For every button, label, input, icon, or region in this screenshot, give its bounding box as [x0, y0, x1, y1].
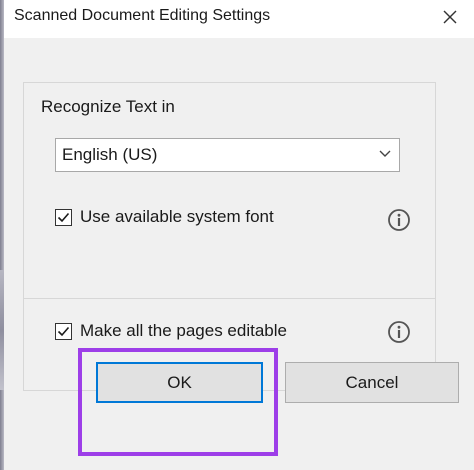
info-icon[interactable]: [387, 320, 411, 344]
language-select-value: English (US): [62, 145, 158, 164]
all-pages-editable-label: Make all the pages editable: [80, 321, 287, 340]
dialog-title: Scanned Document Editing Settings: [14, 7, 271, 24]
system-font-label: Use available system font: [80, 207, 274, 226]
ok-button[interactable]: OK: [96, 362, 263, 403]
language-select[interactable]: English (US): [55, 138, 400, 172]
all-pages-editable-checkbox[interactable]: [55, 323, 72, 340]
checkmark-icon: [57, 212, 70, 223]
close-button[interactable]: [432, 2, 468, 32]
checkmark-icon: [57, 326, 70, 337]
cancel-button[interactable]: Cancel: [285, 362, 459, 403]
info-icon[interactable]: [387, 208, 411, 232]
dialog-body: Recognize Text in English (US) Use avail…: [4, 38, 474, 470]
chevron-down-icon: [379, 150, 391, 157]
recognize-text-label: Recognize Text in: [41, 97, 175, 116]
system-font-checkbox[interactable]: [55, 209, 72, 226]
close-icon: [443, 10, 457, 24]
dialog-title-bar: Scanned Document Editing Settings: [4, 0, 474, 38]
